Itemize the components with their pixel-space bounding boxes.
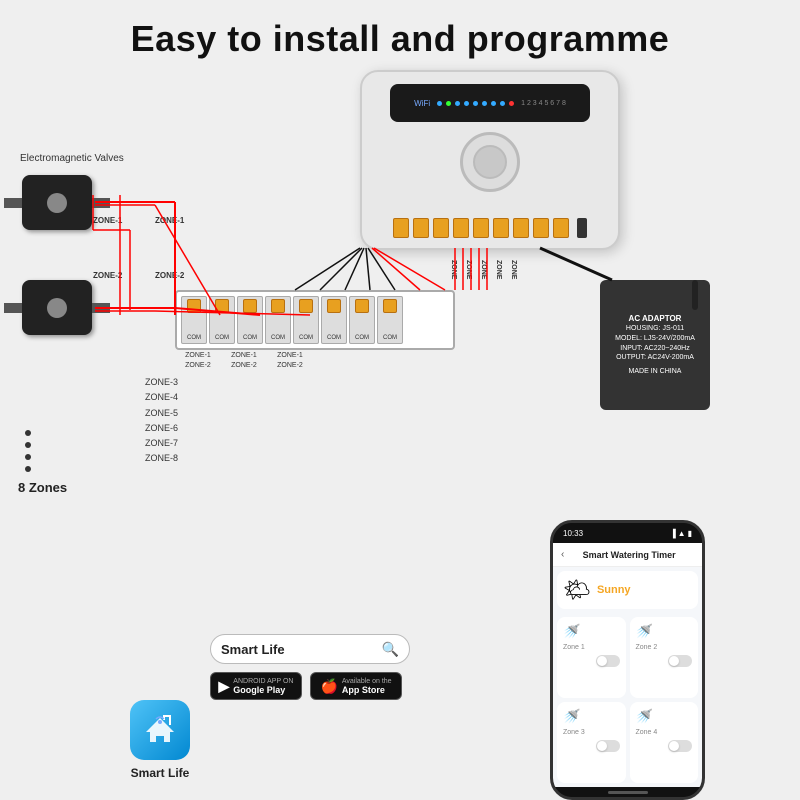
term-com-6: COM xyxy=(321,296,347,344)
terminal-pin xyxy=(513,218,529,238)
zone-card-4[interactable]: 🚿 Zone 4 xyxy=(630,702,699,783)
terminal-pin xyxy=(553,218,569,238)
terminal-pin xyxy=(533,218,549,238)
apple-icon: 🍎 xyxy=(320,678,337,695)
phone-time: 10:33 xyxy=(563,529,583,538)
zone-card-3[interactable]: 🚿 Zone 3 xyxy=(557,702,626,783)
term-com-4: COM xyxy=(265,296,291,344)
terminal-pin xyxy=(393,218,409,238)
ac-adaptor: AC ADAPTOR HOUSING: JS-011 MODEL: LJS-24… xyxy=(600,280,710,410)
zone1-top-label-right: ZONE-1 xyxy=(155,210,184,228)
term-com-2: COM xyxy=(209,296,235,344)
phone-app-title: Smart Watering Timer xyxy=(564,550,694,560)
zone-1-toggle[interactable] xyxy=(596,655,620,667)
zone-bottom-labels: ZONE-1 ZONE-1 ZONE-1 xyxy=(175,352,451,359)
google-play-icon: ▶ xyxy=(219,678,230,695)
smartlife-search-area: Smart Life 🔍 ▶ ANDROID APP ON Google Pla… xyxy=(210,634,410,700)
app-store-text: Available on the App Store xyxy=(342,678,392,695)
valve-1 xyxy=(22,175,92,250)
terminal-pin xyxy=(433,218,449,238)
main-container: Easy to install and programme WiFi 1 2 3… xyxy=(0,0,800,800)
google-play-badge[interactable]: ▶ ANDROID APP ON Google Play xyxy=(210,672,302,700)
page-title: Easy to install and programme xyxy=(0,0,800,70)
term-com-5: COM xyxy=(293,296,319,344)
app-store-badge[interactable]: 🍎 Available on the App Store xyxy=(310,672,402,700)
smartlife-text-label: Smart Life xyxy=(131,766,190,780)
zone-4-icon: 🚿 xyxy=(636,708,693,725)
power-connector xyxy=(577,218,587,238)
google-play-text: ANDROID APP ON Google Play xyxy=(233,678,293,695)
terminal-pin xyxy=(473,218,489,238)
phone-status-bar: 10:33 ▐ ▲ ▮ xyxy=(553,523,702,543)
weather-icon: 🌤 xyxy=(563,577,591,603)
zone-vertical-labels: ZONE ZONE ZONE ZONE ZONE xyxy=(450,260,517,305)
term-com-3: COM xyxy=(237,296,263,344)
phone-weather-card: 🌤 Sunny xyxy=(557,571,698,609)
zone-card-2[interactable]: 🚿 Zone 2 xyxy=(630,617,699,698)
zone-4-name: Zone 4 xyxy=(636,729,693,736)
zone-2-name: Zone 2 xyxy=(636,644,693,651)
smartlife-icon xyxy=(130,700,190,760)
phone-home-bar[interactable] xyxy=(608,791,648,794)
valves-label: Electromagnetic Valves xyxy=(20,148,124,166)
controller-nav-button[interactable] xyxy=(460,132,520,192)
ac-adaptor-wire xyxy=(692,280,698,310)
terminal-block-com: COM COM COM COM COM COM COM COM xyxy=(175,290,455,350)
dots-section xyxy=(25,430,31,478)
extra-zones-list: ZONE-3 ZONE-4 ZONE-5 ZONE-6 ZONE-7 ZONE-… xyxy=(145,375,178,467)
search-icon: 🔍 xyxy=(382,641,399,658)
zone2-top-label-left: ZONE-2 xyxy=(93,265,122,283)
zone-3-toggle[interactable] xyxy=(596,740,620,752)
phone-mockup: 10:33 ▐ ▲ ▮ ‹ Smart Watering Timer 🌤 Sun… xyxy=(550,520,705,800)
zone-1-name: Zone 1 xyxy=(563,644,620,651)
zone-1-icon: 🚿 xyxy=(563,623,620,640)
wifi-icon: ▲ xyxy=(678,529,686,538)
term-com-1: COM xyxy=(181,296,207,344)
term-com-7: COM xyxy=(349,296,375,344)
battery-icon: ▮ xyxy=(688,529,692,538)
phone-status-icons: ▐ ▲ ▮ xyxy=(670,529,692,538)
weather-text: Sunny xyxy=(597,584,631,596)
zone1-top-label-left: ZONE-1 xyxy=(93,210,122,228)
controller-display: WiFi 1 2 3 4 5 6 7 8 xyxy=(390,84,590,122)
phone-bottom-bar xyxy=(553,787,702,797)
phone-app-header: ‹ Smart Watering Timer xyxy=(553,543,702,567)
zone-4-toggle[interactable] xyxy=(668,740,692,752)
phone-screen: ‹ Smart Watering Timer 🌤 Sunny 🚿 Zone 1 … xyxy=(553,543,702,787)
zone-3-icon: 🚿 xyxy=(563,708,620,725)
terminal-pin xyxy=(493,218,509,238)
controller-device: WiFi 1 2 3 4 5 6 7 8 xyxy=(360,70,620,250)
terminal-pin xyxy=(453,218,469,238)
zone-grid: 🚿 Zone 1 🚿 Zone 2 🚿 Zone 3 🚿 Zone 4 xyxy=(553,613,702,787)
ac-adaptor-text: AC ADAPTOR HOUSING: JS-011 MODEL: LJS-24… xyxy=(606,313,704,377)
zone2-top-label-right: ZONE-2 xyxy=(155,265,184,283)
term-com-8: COM xyxy=(377,296,403,344)
zone-2-icon: 🚿 xyxy=(636,623,693,640)
smartlife-searchbar[interactable]: Smart Life 🔍 xyxy=(210,634,410,664)
valve-2 xyxy=(22,280,92,355)
smartlife-section: Smart Life xyxy=(130,700,190,780)
zone-card-1[interactable]: 🚿 Zone 1 xyxy=(557,617,626,698)
zone-bottom-labels2: ZONE-2 ZONE-2 ZONE-2 xyxy=(175,362,451,369)
terminal-pin xyxy=(413,218,429,238)
searchbar-text: Smart Life xyxy=(221,642,376,657)
zone-2-toggle[interactable] xyxy=(668,655,692,667)
zone-3-name: Zone 3 xyxy=(563,729,620,736)
store-badges: ▶ ANDROID APP ON Google Play 🍎 Available… xyxy=(210,672,410,700)
signal-icon: ▐ xyxy=(670,529,676,538)
house-icon xyxy=(142,712,178,748)
zones-count-label: 8 Zones xyxy=(18,480,67,495)
